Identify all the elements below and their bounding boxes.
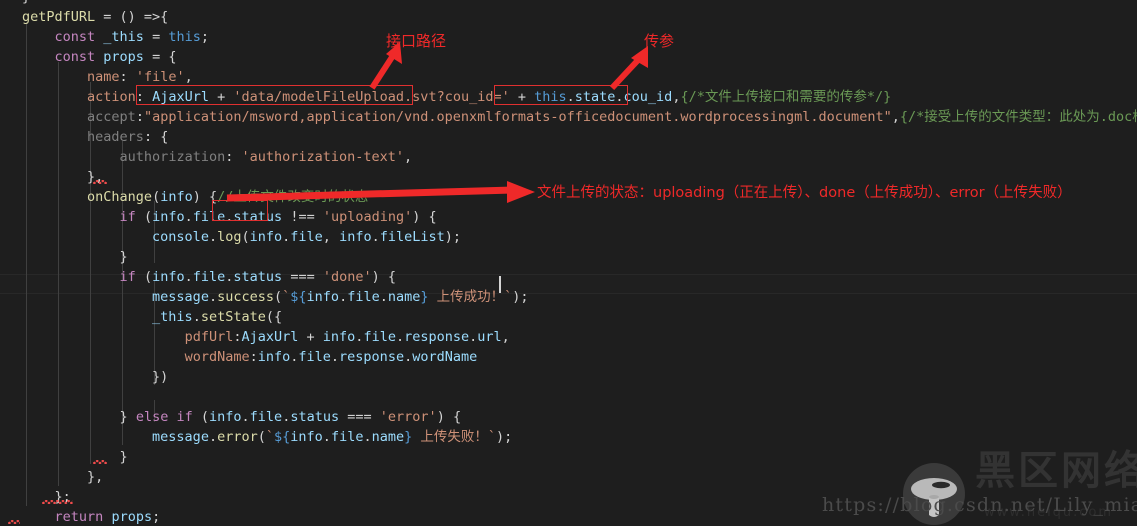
code-line: wordName:info.file.response.wordName — [184, 349, 478, 365]
annotation-label-interface-path: 接口路径 — [386, 32, 447, 50]
annotation-arrow-upload-status — [226, 181, 535, 203]
code-line: } else if (info.file.status === 'error')… — [119, 409, 462, 425]
text-cursor — [499, 276, 501, 293]
error-squiggle — [93, 180, 107, 184]
code-line: accept:"application/msword,application/v… — [87, 109, 1137, 125]
error-squiggle — [42, 500, 73, 504]
code-line: name: 'file', — [87, 69, 193, 85]
code-line: }) — [152, 369, 169, 385]
code-line: message.success(`${info.file.name} 上传成功！… — [152, 289, 529, 305]
watermark-url: https://blog.csdn.net/Lily_miao — [822, 494, 1137, 516]
code-line: pdfUrl:AjaxUrl + info.file.response.url, — [184, 329, 510, 345]
code-line: }, — [87, 469, 104, 485]
code-line: headers: { — [87, 129, 169, 145]
code-line: if (info.file.status !== 'uploading') { — [119, 209, 437, 225]
code-line: const props = { — [54, 49, 177, 65]
code-line: getPdfURL = () =>{ — [22, 9, 169, 25]
code-line: console.log(info.file, info.fileList); — [152, 229, 462, 245]
annotation-label-upload-status: 文件上传的状态：uploading（正在上传）、done（上传成功）、error… — [537, 185, 1072, 201]
code-content: } getPdfURL = () =>{ const _this = this;… — [0, 0, 1137, 526]
error-squiggle — [93, 460, 107, 464]
error-squiggle — [8, 520, 20, 524]
code-line: } — [119, 249, 128, 265]
code-line: message.error(`${info.file.name} 上传失败！`)… — [152, 429, 513, 445]
code-line: if (info.file.status === 'done') { — [119, 269, 397, 285]
code-line: action: AjaxUrl + 'data/modelFileUpload.… — [87, 89, 892, 105]
code-line: } — [0, 0, 1137, 8]
code-line: const _this = this; — [54, 29, 209, 45]
code-line: authorization: 'authorization-text', — [119, 149, 413, 165]
code-line: } — [119, 449, 128, 465]
code-editor-viewport[interactable]: } getPdfURL = () =>{ const _this = this;… — [0, 0, 1137, 526]
code-line: _this.setState({ — [152, 309, 283, 325]
annotation-label-params: 传参 — [644, 32, 675, 50]
